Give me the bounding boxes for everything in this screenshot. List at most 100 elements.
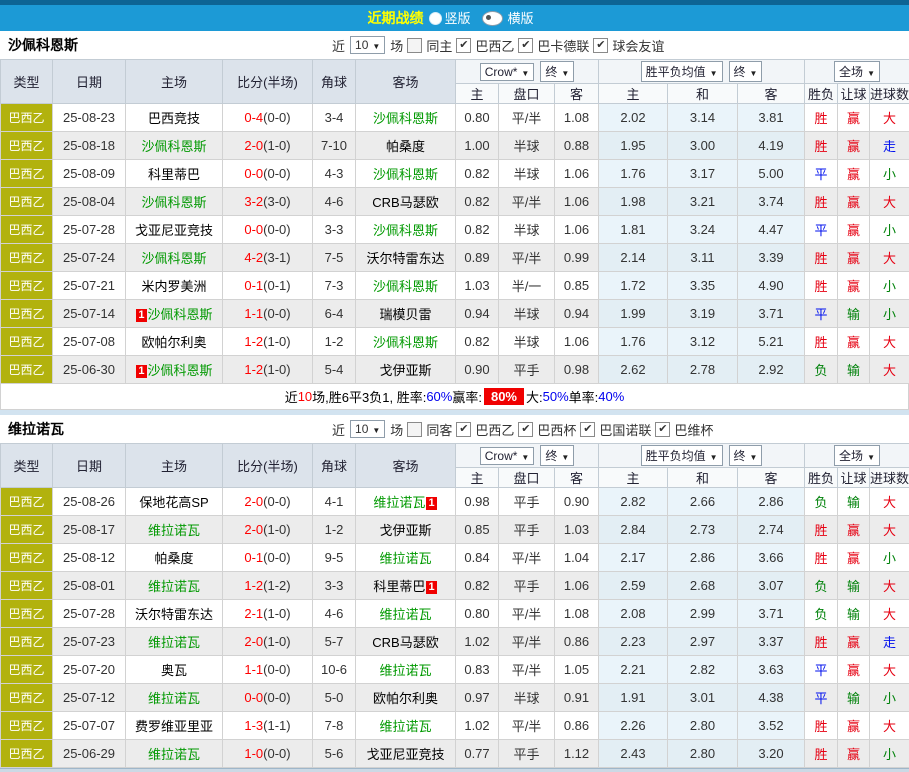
chevron-down-icon: ▼	[750, 69, 758, 78]
home-team-name[interactable]: 奥瓦	[161, 663, 187, 678]
header-dropdown-group: 全场▼	[805, 444, 909, 468]
avg-draw-cell: 3.24	[668, 216, 738, 244]
match-row: 巴西乙25-07-141沙佩科恩斯1-1(0-0)6-4瑞模贝雷0.94半球0.…	[1, 300, 909, 328]
away-team-name[interactable]: 帕桑度	[386, 139, 425, 154]
layout-radio-0[interactable]	[429, 12, 442, 25]
league-checkbox[interactable]: ✔	[593, 38, 608, 53]
handicap-cell: 半球	[499, 216, 555, 244]
away-team-name[interactable]: 瑞模贝雷	[379, 307, 431, 322]
chevron-down-icon: ▼	[867, 453, 875, 462]
away-team-name[interactable]: 沙佩科恩斯	[373, 167, 438, 182]
league-checkbox[interactable]: ✔	[655, 422, 670, 437]
result-goals-cell: 小	[870, 740, 909, 768]
away-team-name[interactable]: 维拉诺瓦	[379, 607, 431, 622]
sub-column-header: 客	[738, 468, 805, 488]
initial-final-select[interactable]: 终▼	[540, 445, 574, 466]
initial-final-select-2[interactable]: 终▼	[729, 61, 763, 82]
league-checkbox[interactable]: ✔	[518, 38, 533, 53]
result-handicap-cell: 输	[838, 600, 870, 628]
scope-select[interactable]: 全场▼	[834, 61, 880, 82]
half-score: (1-0)	[263, 606, 290, 621]
avg-lose-cell: 3.63	[738, 656, 805, 684]
bookmaker-select[interactable]: Crow*▼	[480, 63, 535, 81]
home-team-name[interactable]: 维拉诺瓦	[148, 523, 200, 538]
initial-final-select[interactable]: 终▼	[540, 61, 574, 82]
match-date-cell: 25-08-23	[53, 104, 126, 132]
layout-radio-1[interactable]	[482, 11, 503, 26]
home-team-name[interactable]: 维拉诺瓦	[148, 635, 200, 650]
away-team-name[interactable]: 维拉诺瓦	[379, 663, 431, 678]
home-team-name[interactable]: 沃尔特雷东达	[135, 607, 213, 622]
match-count-select[interactable]: 10▼	[350, 36, 385, 54]
score-cell: 2-0(0-0)	[223, 488, 313, 516]
away-team-name[interactable]: 欧帕尔利奥	[373, 691, 438, 706]
avg-select[interactable]: 胜平负均值▼	[641, 445, 723, 466]
avg-select[interactable]: 胜平负均值▼	[641, 61, 723, 82]
home-team-name[interactable]: 保地花高SP	[139, 495, 208, 510]
scope-select[interactable]: 全场▼	[834, 445, 880, 466]
score-cell: 1-2(1-0)	[223, 328, 313, 356]
league-checkbox[interactable]	[407, 422, 422, 437]
bookmaker-select[interactable]: Crow*▼	[480, 447, 535, 465]
home-team-name[interactable]: 维拉诺瓦	[148, 579, 200, 594]
home-team-name[interactable]: 费罗维亚里亚	[135, 719, 213, 734]
match-count-select[interactable]: 10▼	[350, 420, 385, 438]
home-team-name[interactable]: 维拉诺瓦	[148, 691, 200, 706]
avg-draw-cell: 2.78	[668, 356, 738, 384]
home-team-name[interactable]: 沙佩科恩斯	[141, 251, 206, 266]
away-team-name[interactable]: 维拉诺瓦	[379, 719, 431, 734]
home-team-name[interactable]: 欧帕尔利奥	[141, 335, 206, 350]
result-goals-cell: 大	[870, 104, 909, 132]
league-checkbox[interactable]: ✔	[518, 422, 533, 437]
away-team-name[interactable]: 戈伊亚斯	[379, 363, 431, 378]
home-team-name[interactable]: 沙佩科恩斯	[148, 363, 213, 378]
home-team-name[interactable]: 科里蒂巴	[148, 167, 200, 182]
avg-lose-cell: 3.71	[738, 300, 805, 328]
match-date-cell: 25-08-26	[53, 488, 126, 516]
odds-home-cell: 0.82	[456, 328, 499, 356]
home-team-name[interactable]: 沙佩科恩斯	[148, 307, 213, 322]
avg-lose-cell: 4.47	[738, 216, 805, 244]
result-wdl-cell: 负	[805, 356, 838, 384]
chevron-down-icon: ▼	[521, 453, 529, 462]
result-goals-cell: 大	[870, 712, 909, 740]
league-type-cell: 巴西乙	[1, 188, 53, 216]
away-team-name[interactable]: 沙佩科恩斯	[373, 111, 438, 126]
league-checkbox[interactable]: ✔	[456, 38, 471, 53]
home-team-name[interactable]: 帕桑度	[154, 551, 193, 566]
away-team-name[interactable]: 沃尔特雷东达	[366, 251, 444, 266]
score-cell: 1-3(1-1)	[223, 712, 313, 740]
sub-column-header: 进球数	[870, 84, 909, 104]
away-team-name[interactable]: CRB马瑟欧	[372, 635, 438, 650]
away-team-name[interactable]: 沙佩科恩斯	[373, 335, 438, 350]
home-team-name[interactable]: 戈亚尼亚竞技	[135, 223, 213, 238]
result-wdl-cell: 胜	[805, 244, 838, 272]
away-team-name[interactable]: 维拉诺瓦	[379, 551, 431, 566]
away-team-name[interactable]: 科里蒂巴	[373, 579, 425, 594]
away-team-name[interactable]: CRB马瑟欧	[372, 195, 438, 210]
away-team-name[interactable]: 沙佩科恩斯	[373, 223, 438, 238]
away-team-name[interactable]: 戈伊亚斯	[379, 523, 431, 538]
home-team-name[interactable]: 沙佩科恩斯	[141, 195, 206, 210]
corners-cell: 5-4	[313, 356, 356, 384]
away-team-cell: 沙佩科恩斯	[356, 328, 456, 356]
league-checkbox[interactable]: ✔	[580, 422, 595, 437]
home-team-name[interactable]: 米内罗美洲	[141, 279, 206, 294]
odds-away-cell: 1.06	[555, 160, 599, 188]
full-score: 1-2	[244, 362, 263, 377]
away-team-name[interactable]: 沙佩科恩斯	[373, 279, 438, 294]
initial-final-select-2[interactable]: 终▼	[729, 445, 763, 466]
home-team-name[interactable]: 沙佩科恩斯	[141, 139, 206, 154]
league-checkbox[interactable]: ✔	[456, 422, 471, 437]
home-team-name[interactable]: 巴西竞技	[148, 111, 200, 126]
column-header: 日期	[53, 444, 126, 488]
away-team-name[interactable]: 维拉诺瓦	[373, 495, 425, 510]
match-date-cell: 25-07-23	[53, 628, 126, 656]
result-goals-cell: 小	[870, 684, 909, 712]
result-wdl-cell: 胜	[805, 132, 838, 160]
avg-draw-cell: 3.21	[668, 188, 738, 216]
match-row: 巴西乙25-07-28戈亚尼亚竞技0-0(0-0)3-3沙佩科恩斯0.82半球1…	[1, 216, 909, 244]
away-team-cell: CRB马瑟欧	[356, 188, 456, 216]
league-checkbox[interactable]	[407, 38, 422, 53]
odds-away-cell: 1.08	[555, 600, 599, 628]
